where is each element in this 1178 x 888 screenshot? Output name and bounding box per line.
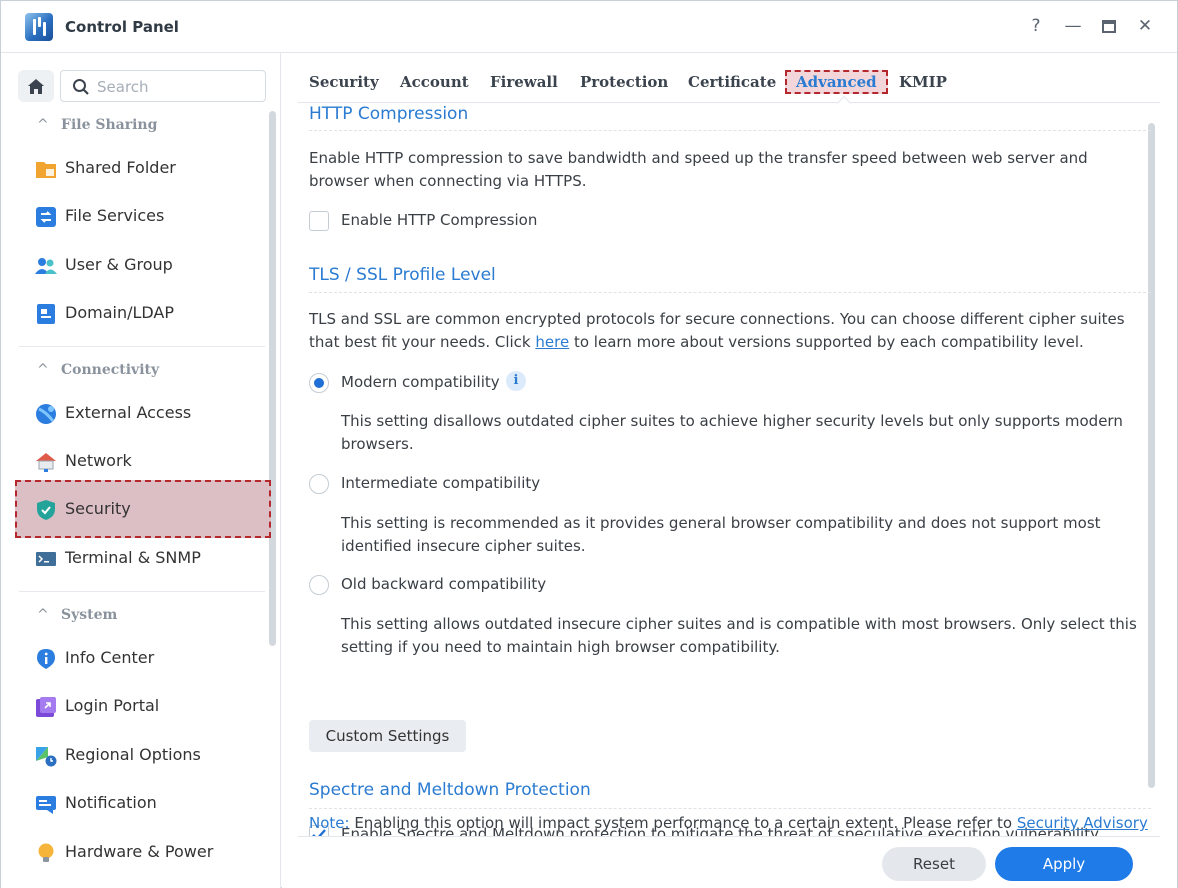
http-compression-checkbox[interactable] [309,211,329,231]
info-icon[interactable]: i [506,371,526,391]
section-divider [309,808,1151,809]
tab-firewall[interactable]: Firewall [490,73,558,91]
tab-account[interactable]: Account [400,73,469,91]
old-backward-compatibility-radio[interactable] [309,575,329,595]
domain-ldap-icon [37,304,55,324]
external-access-icon [36,404,56,424]
sidebar-item-hardware-power[interactable]: Hardware & Power [19,832,267,872]
sidebar-divider [19,346,265,347]
modern-compatibility-label: Modern compatibility [341,373,500,391]
home-icon [28,79,44,94]
help-icon[interactable]: ? [1025,15,1047,37]
intermediate-compatibility-option[interactable]: Intermediate compatibility [309,473,1151,495]
search-field[interactable] [60,70,266,102]
advanced-settings-content: HTTP Compression Enable HTTP compression… [309,103,1151,838]
regional-options-icon [36,747,57,767]
chevron-up-icon: ^ [37,117,49,133]
sidebar-item-login-portal[interactable]: Login Portal [19,686,267,726]
title-bar: Control Panel ? — ✕ [1,1,1177,53]
intermediate-compatibility-description: This setting is recommended as it provid… [341,514,1101,555]
modern-compatibility-option[interactable]: Modern compatibility i [309,371,1151,394]
info-center-icon [37,649,55,669]
tab-certificate[interactable]: Certificate [688,73,776,91]
intermediate-compatibility-label: Intermediate compatibility [341,474,541,492]
intermediate-compatibility-radio[interactable] [309,474,329,494]
custom-settings-button[interactable]: Custom Settings [309,720,466,752]
section-system[interactable]: ^ System [37,607,117,623]
section-divider [309,292,1151,293]
tls-description: TLS and SSL are common encrypted protoco… [309,310,1125,351]
search-icon [73,79,89,95]
control-panel-window: Control Panel ? — ✕ ^File Sharing [0,0,1178,888]
section-divider [309,130,1151,131]
user-group-icon [35,258,57,274]
modern-compatibility-radio[interactable] [309,373,329,393]
close-icon[interactable]: ✕ [1134,15,1156,37]
tab-advanced[interactable]: Advanced [785,70,888,94]
old-backward-compatibility-description: This setting allows outdated insecure ci… [341,615,1137,656]
old-backward-compatibility-label: Old backward compatibility [341,575,547,593]
tab-bar: Security Account Firewall Protection Cer… [298,53,1160,111]
sidebar-item-terminal-snmp[interactable]: Terminal & SNMP [19,538,267,578]
sidebar-item-file-services[interactable]: File Services [19,196,267,236]
maximize-icon[interactable] [1098,15,1120,37]
login-portal-icon [36,697,56,717]
old-backward-compatibility-option[interactable]: Old backward compatibility [309,574,1151,596]
sidebar-item-user-group[interactable]: User & Group [19,245,267,285]
reset-button[interactable]: Reset [882,847,986,881]
spectre-note: Note: Enabling this option will impact s… [309,814,1148,832]
notification-icon [36,796,56,814]
sidebar-item-domain-ldap[interactable]: Domain/LDAP [19,293,267,333]
sidebar-item-notification[interactable]: Notification [19,783,267,823]
tab-kmip[interactable]: KMIP [899,73,947,91]
apply-button[interactable]: Apply [995,847,1133,881]
sidebar: ^File Sharing Shared Folder File Service… [1,53,281,888]
file-services-icon [36,207,56,227]
modern-compatibility-description: This setting disallows outdated cipher s… [341,412,1123,453]
home-button[interactable] [18,70,54,102]
security-shield-icon [37,500,55,520]
tls-ssl-heading: TLS / SSL Profile Level [309,265,496,285]
here-link[interactable]: here [535,333,569,351]
chevron-up-icon: ^ [37,607,49,623]
main-pane: Security Account Firewall Protection Cer… [282,53,1177,888]
sidebar-item-network[interactable]: Network [19,441,267,481]
sidebar-divider [19,591,265,592]
chevron-up-icon: ^ [37,362,49,378]
shared-folder-icon [36,162,56,178]
sidebar-scrollbar[interactable] [269,111,276,646]
http-compression-description: Enable HTTP compression to save bandwidt… [309,149,1088,190]
control-panel-app-icon [25,13,53,41]
terminal-icon [36,552,56,566]
sidebar-item-regional-options[interactable]: Regional Options [19,735,267,775]
spectre-meltdown-heading: Spectre and Meltdown Protection [309,780,591,800]
tab-protection[interactable]: Protection [580,73,668,91]
tab-security[interactable]: Security [309,73,379,91]
http-compression-heading: HTTP Compression [309,104,469,124]
sidebar-item-shared-folder[interactable]: Shared Folder [19,148,267,188]
footer-bar: Reset Apply [298,836,1160,888]
security-advisory-link[interactable]: Security Advisory [1017,814,1148,832]
http-compression-checkbox-label: Enable HTTP Compression [341,211,538,229]
section-file-sharing[interactable]: ^ File Sharing [37,117,157,133]
hardware-power-icon [38,843,54,862]
sidebar-item-external-access[interactable]: External Access [19,393,267,433]
search-input[interactable] [97,76,257,98]
minimize-icon[interactable]: — [1062,15,1084,37]
section-connectivity[interactable]: ^ Connectivity [37,362,159,378]
http-compression-option[interactable]: Enable HTTP Compression [309,210,1151,232]
network-icon [36,453,56,472]
sidebar-item-info-center[interactable]: Info Center [19,638,267,678]
sidebar-item-security[interactable]: Security [15,480,271,538]
window-title: Control Panel [65,18,179,36]
